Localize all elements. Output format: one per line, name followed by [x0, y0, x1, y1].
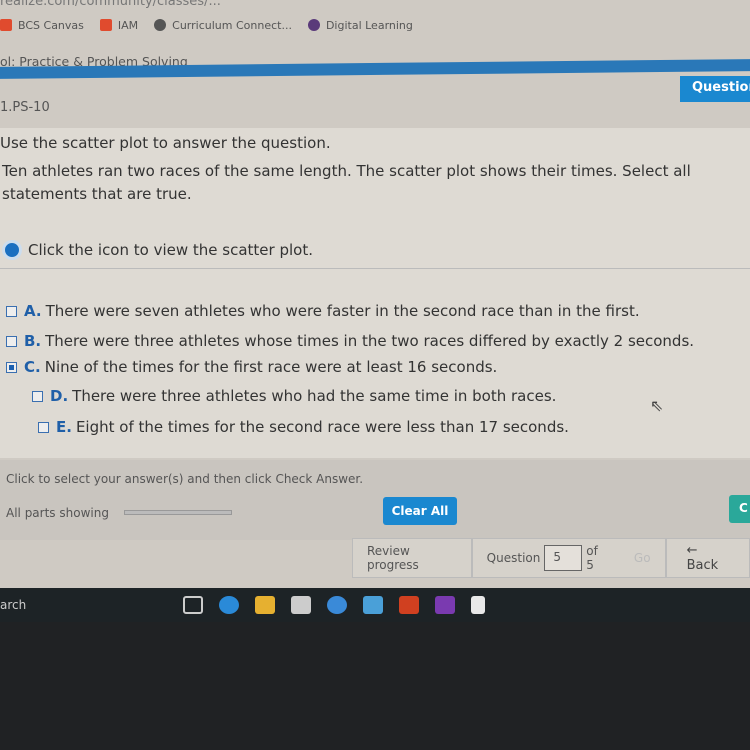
option-d[interactable]: D. There were three athletes who had the … — [32, 387, 556, 405]
question-nav: Review progress Question 5 of 5 Go ← Back — [352, 538, 750, 578]
back-button[interactable]: ← Back — [665, 538, 750, 578]
globe-icon — [154, 19, 167, 31]
task-view-icon[interactable] — [183, 596, 203, 614]
file-explorer-icon[interactable] — [255, 596, 275, 614]
scatter-plot-link[interactable]: Click the icon to view the scatter plot. — [2, 240, 313, 260]
checkbox[interactable] — [38, 421, 49, 433]
checkbox[interactable] — [6, 305, 17, 317]
review-progress-button[interactable]: Review progress — [352, 538, 472, 578]
option-a[interactable]: A. There were seven athletes who were fas… — [6, 302, 640, 320]
mouse-cursor-icon: ⇖ — [650, 396, 664, 415]
taskbar-search[interactable]: arch — [0, 598, 175, 612]
question-button[interactable]: Question — [680, 76, 750, 102]
canvas-icon — [0, 19, 12, 31]
bookmark-curriculum-connect[interactable]: Curriculum Connect... — [154, 19, 292, 32]
prompt: Ten athletes ran two races of the same l… — [2, 162, 691, 203]
plot-link-text: Click the icon to view the scatter plot. — [28, 241, 313, 259]
go-button[interactable]: Go — [634, 551, 651, 565]
taskbar: arch — [0, 588, 750, 622]
office-icon[interactable] — [399, 596, 419, 614]
clear-all-button[interactable]: Clear All — [383, 497, 457, 525]
parts-showing: All parts showing — [6, 506, 109, 520]
question-id: 1.PS-10 — [0, 100, 50, 115]
internet-explorer-icon[interactable] — [327, 596, 347, 614]
instruction: Use the scatter plot to answer the quest… — [0, 134, 331, 152]
url-bar[interactable]: realize.com/community/classes/... — [0, 0, 221, 9]
checkbox-checked[interactable] — [6, 361, 17, 373]
question-label: Question — [486, 551, 541, 565]
store-icon[interactable] — [291, 596, 311, 614]
edge-icon[interactable] — [219, 596, 239, 614]
option-e[interactable]: E. Eight of the times for the second race… — [38, 418, 569, 436]
bookmark-iam[interactable]: IAM — [99, 19, 138, 32]
question-number-input[interactable]: 5 — [544, 545, 583, 571]
hint-text: Click to select your answer(s) and then … — [6, 472, 364, 486]
file-icon[interactable] — [471, 596, 485, 614]
check-answer-button[interactable]: C — [729, 495, 750, 523]
digital-learning-icon — [307, 19, 320, 31]
progress-bar — [124, 510, 232, 515]
app-icon[interactable] — [363, 596, 383, 614]
bookmark-bcs-canvas[interactable]: BCS Canvas — [0, 19, 84, 32]
scatter-plot-icon[interactable] — [2, 240, 22, 260]
onenote-icon[interactable] — [435, 596, 455, 614]
iam-icon — [99, 19, 112, 31]
option-b[interactable]: B. There were three athletes whose times … — [6, 332, 694, 350]
option-c[interactable]: C. Nine of the times for the first race w… — [6, 358, 497, 376]
divider — [0, 268, 750, 269]
bookmark-digital-learning[interactable]: Digital Learning — [307, 19, 413, 32]
checkbox[interactable] — [32, 390, 43, 402]
question-jump: Question 5 of 5 Go — [471, 538, 666, 578]
question-total: of 5 — [586, 544, 598, 572]
checkbox[interactable] — [6, 335, 17, 347]
monitor-bezel — [0, 622, 750, 750]
bookmarks-bar: BCS Canvas IAM Curriculum Connect... Dig… — [0, 10, 750, 40]
